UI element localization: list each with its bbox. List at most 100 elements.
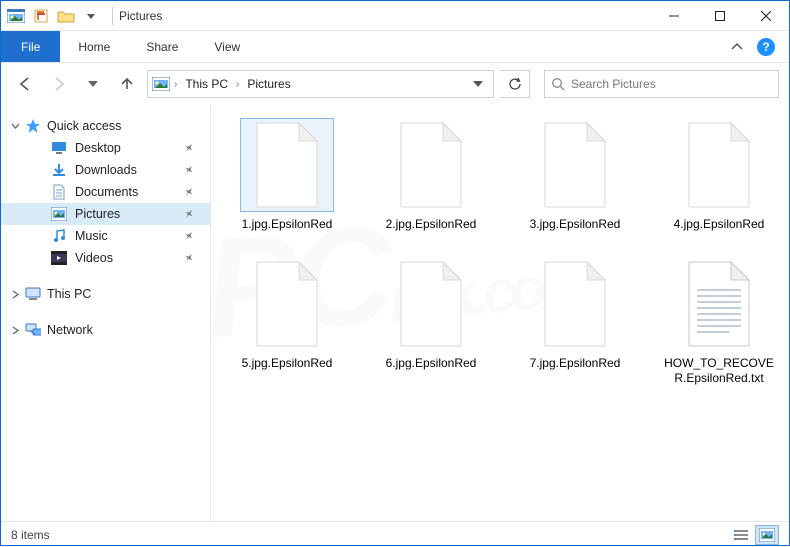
- blank-file-icon: [529, 119, 621, 211]
- window-title: Pictures: [119, 9, 162, 23]
- navigation-bar: › This PC › Pictures Search Pictures: [1, 63, 789, 105]
- minimize-button[interactable]: [651, 1, 697, 31]
- desktop-icon: [51, 140, 67, 156]
- sidebar-item-label: Documents: [75, 185, 138, 199]
- details-view-button[interactable]: [729, 525, 753, 545]
- blank-file-icon: [385, 119, 477, 211]
- file-item[interactable]: 4.jpg.EpsilonRed: [661, 119, 777, 232]
- sidebar-item-desktop[interactable]: Desktop: [1, 137, 210, 159]
- videos-icon: [51, 250, 67, 266]
- ribbon-collapse-icon[interactable]: [731, 41, 743, 53]
- sidebar-quick-access[interactable]: Quick access: [1, 115, 210, 137]
- recent-locations-button[interactable]: [79, 70, 107, 98]
- app-icon: [5, 5, 27, 27]
- chevron-right-icon: [11, 326, 20, 335]
- file-name-label: 3.jpg.EpsilonRed: [530, 217, 621, 232]
- file-name-label: 5.jpg.EpsilonRed: [242, 356, 333, 371]
- file-item[interactable]: 7.jpg.EpsilonRed: [517, 258, 633, 386]
- sidebar-item-music[interactable]: Music: [1, 225, 210, 247]
- file-item[interactable]: 5.jpg.EpsilonRed: [229, 258, 345, 386]
- maximize-button[interactable]: [697, 1, 743, 31]
- qat-properties-icon[interactable]: [30, 5, 52, 27]
- chevron-right-icon[interactable]: ›: [236, 79, 239, 90]
- pin-icon: [182, 229, 196, 243]
- qat-newfolder-icon[interactable]: [55, 5, 77, 27]
- address-pc-icon: [152, 77, 170, 91]
- address-bar[interactable]: › This PC › Pictures: [147, 70, 494, 98]
- search-icon: [551, 77, 565, 91]
- file-tab[interactable]: File: [1, 31, 60, 62]
- pictures-icon: [51, 206, 67, 222]
- file-item[interactable]: 3.jpg.EpsilonRed: [517, 119, 633, 232]
- navigation-pane: Quick access Desktop Downloads Documents Pi…: [1, 105, 211, 521]
- sidebar-this-pc[interactable]: This PC: [1, 283, 210, 305]
- quick-access-toolbar: [1, 5, 106, 27]
- sidebar-item-label: Videos: [75, 251, 113, 265]
- tab-home[interactable]: Home: [60, 31, 128, 62]
- sidebar-item-label: Downloads: [75, 163, 137, 177]
- blank-file-icon: [241, 258, 333, 350]
- sidebar-heading-label: Quick access: [47, 119, 121, 133]
- sidebar-item-documents[interactable]: Documents: [1, 181, 210, 203]
- forward-button[interactable]: [45, 70, 73, 98]
- file-name-label: 7.jpg.EpsilonRed: [530, 356, 621, 371]
- file-name-label: HOW_TO_RECOVER.EpsilonRed.txt: [661, 356, 777, 386]
- file-item[interactable]: HOW_TO_RECOVER.EpsilonRed.txt: [661, 258, 777, 386]
- sidebar-item-label: Network: [47, 323, 93, 337]
- sidebar-item-label: Music: [75, 229, 108, 243]
- chevron-right-icon: [11, 290, 20, 299]
- file-item[interactable]: 1.jpg.EpsilonRed: [229, 119, 345, 232]
- file-list[interactable]: 1.jpg.EpsilonRed 2.jpg.EpsilonRed 3.jpg.…: [211, 105, 789, 521]
- file-name-label: 1.jpg.EpsilonRed: [242, 217, 333, 232]
- large-icons-view-button[interactable]: [755, 525, 779, 545]
- file-item[interactable]: 2.jpg.EpsilonRed: [373, 119, 489, 232]
- breadcrumb-current[interactable]: Pictures: [243, 75, 294, 93]
- ribbon-tabs: File Home Share View ?: [1, 31, 789, 63]
- downloads-icon: [51, 162, 67, 178]
- pin-icon: [182, 251, 196, 265]
- tab-share[interactable]: Share: [128, 31, 196, 62]
- refresh-button[interactable]: [500, 70, 530, 98]
- blank-file-icon: [673, 119, 765, 211]
- close-button[interactable]: [743, 1, 789, 31]
- pin-icon: [182, 207, 196, 221]
- title-bar: Pictures: [1, 1, 789, 31]
- chevron-right-icon[interactable]: ›: [174, 79, 177, 90]
- sidebar-item-label: This PC: [47, 287, 91, 301]
- blank-file-icon: [241, 119, 333, 211]
- file-item[interactable]: 6.jpg.EpsilonRed: [373, 258, 489, 386]
- star-icon: [25, 118, 41, 134]
- back-button[interactable]: [11, 70, 39, 98]
- breadcrumb-root[interactable]: This PC: [181, 75, 232, 93]
- chevron-down-icon: [11, 122, 20, 131]
- music-icon: [51, 228, 67, 244]
- sidebar-item-videos[interactable]: Videos: [1, 247, 210, 269]
- title-separator: [112, 7, 113, 25]
- text-file-icon: [673, 258, 765, 350]
- status-bar: 8 items: [1, 521, 789, 547]
- sidebar-item-pictures[interactable]: Pictures: [1, 203, 210, 225]
- file-name-label: 4.jpg.EpsilonRed: [674, 217, 765, 232]
- item-count: 8 items: [11, 528, 50, 542]
- blank-file-icon: [529, 258, 621, 350]
- file-name-label: 2.jpg.EpsilonRed: [386, 217, 477, 232]
- documents-icon: [51, 184, 67, 200]
- file-name-label: 6.jpg.EpsilonRed: [386, 356, 477, 371]
- tab-view[interactable]: View: [196, 31, 258, 62]
- pin-icon: [182, 185, 196, 199]
- search-placeholder: Search Pictures: [571, 77, 656, 91]
- pc-icon: [25, 286, 41, 302]
- help-icon[interactable]: ?: [757, 38, 775, 56]
- qat-dropdown-icon[interactable]: [80, 5, 102, 27]
- sidebar-item-downloads[interactable]: Downloads: [1, 159, 210, 181]
- up-button[interactable]: [113, 70, 141, 98]
- blank-file-icon: [385, 258, 477, 350]
- search-box[interactable]: Search Pictures: [544, 70, 779, 98]
- address-dropdown-icon[interactable]: [467, 79, 489, 89]
- sidebar-network[interactable]: Network: [1, 319, 210, 341]
- pin-icon: [182, 141, 196, 155]
- sidebar-item-label: Desktop: [75, 141, 121, 155]
- network-icon: [25, 322, 41, 338]
- pin-icon: [182, 163, 196, 177]
- sidebar-item-label: Pictures: [75, 207, 120, 221]
